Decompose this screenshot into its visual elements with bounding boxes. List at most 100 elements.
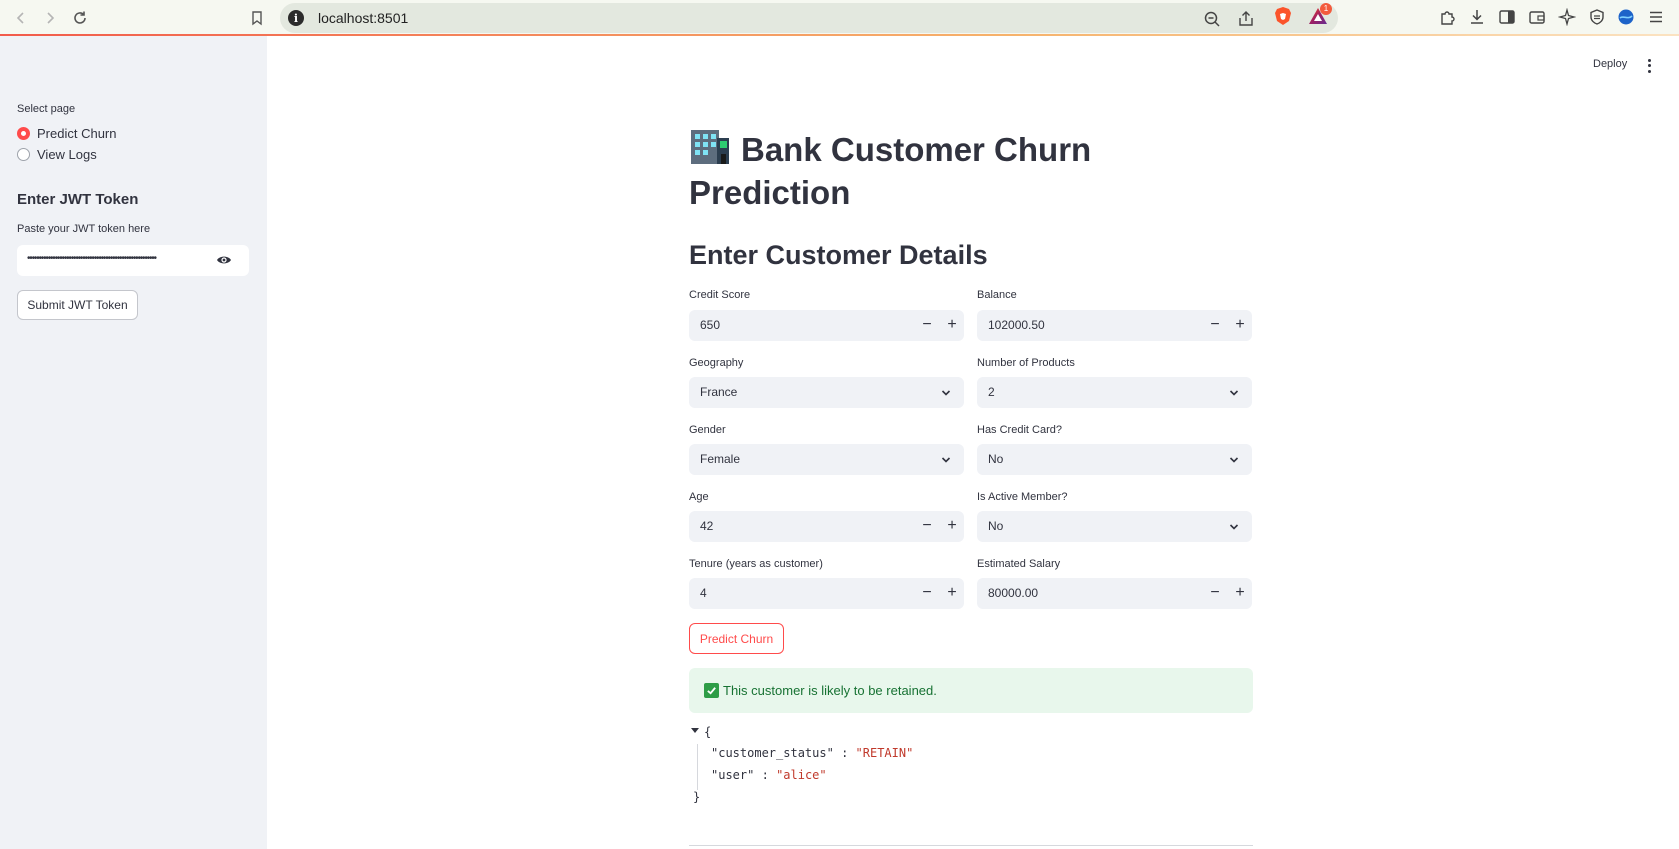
age-input[interactable]: 42 − + (689, 511, 964, 542)
tenure-value: 4 (700, 586, 707, 600)
balance-value: 102000.50 (988, 318, 1045, 332)
page-title: Bank Customer Churn Prediction (689, 128, 1149, 214)
geography-value: France (700, 385, 738, 399)
tenure-label: Tenure (years as customer) (689, 558, 823, 570)
json-indent-guide (697, 744, 698, 790)
submit-jwt-button[interactable]: Submit JWT Token (17, 290, 138, 320)
reload-icon[interactable] (68, 6, 92, 30)
radio-view-logs[interactable]: View Logs (17, 147, 97, 162)
brave-shields-icon[interactable] (1274, 6, 1292, 26)
is-active-label: Is Active Member? (977, 491, 1068, 503)
decrement-button[interactable]: − (1206, 316, 1224, 334)
geography-select[interactable]: France (689, 377, 964, 408)
chevron-down-icon (941, 390, 951, 396)
salary-input[interactable]: 80000.00 − + (977, 578, 1252, 609)
radio-predict-churn[interactable]: Predict Churn (17, 126, 116, 141)
extensions-icon[interactable] (1438, 7, 1458, 27)
tenure-input[interactable]: 4 − + (689, 578, 964, 609)
predict-churn-button[interactable]: Predict Churn (689, 623, 784, 654)
increment-button[interactable]: + (943, 584, 961, 602)
collapse-caret-icon[interactable] (691, 728, 699, 733)
salary-value: 80000.00 (988, 586, 1039, 600)
chevron-down-icon (1229, 524, 1239, 530)
gender-select[interactable]: Female (689, 444, 964, 475)
leo-ai-icon[interactable] (1557, 7, 1577, 27)
decrement-button[interactable]: − (918, 316, 936, 334)
gender-label: Gender (689, 424, 726, 436)
wallet-icon[interactable] (1527, 7, 1547, 27)
address-bar[interactable]: i localhost:8501 (280, 3, 1338, 33)
num-products-label: Number of Products (977, 357, 1075, 369)
age-label: Age (689, 491, 709, 503)
json-row: "customer_status" : "RETAIN" (711, 746, 913, 760)
browser-menu-icon[interactable] (1646, 7, 1666, 27)
chevron-down-icon (941, 457, 951, 463)
site-info-icon[interactable]: i (288, 10, 304, 26)
credit-score-label: Credit Score (689, 289, 751, 301)
chevron-down-icon (1229, 457, 1239, 463)
bookmark-icon[interactable] (245, 6, 269, 30)
back-icon[interactable] (9, 6, 33, 30)
select-page-label: Select page (17, 103, 76, 115)
json-close-brace: } (693, 790, 701, 804)
num-products-select[interactable]: 2 (977, 377, 1252, 408)
download-icon[interactable] (1467, 7, 1487, 27)
radio-label: Predict Churn (37, 126, 117, 141)
jwt-token-input[interactable]: ••••••••••••••••••••••••••••••••••••••••… (17, 245, 249, 276)
is-active-value: No (988, 519, 1004, 533)
balance-label: Balance (977, 289, 1017, 301)
gender-value: Female (700, 452, 741, 466)
divider (689, 845, 1253, 846)
radio-unchecked-icon[interactable] (17, 148, 30, 161)
is-active-select[interactable]: No (977, 511, 1252, 542)
increment-button[interactable]: + (943, 316, 961, 334)
deploy-button[interactable]: Deploy (1593, 58, 1627, 70)
json-open-brace: { (704, 725, 712, 739)
eye-icon[interactable] (216, 253, 232, 267)
decrement-button[interactable]: − (1206, 584, 1224, 602)
json-key: "user" (711, 768, 755, 782)
has-credit-card-select[interactable]: No (977, 444, 1252, 475)
check-mark-icon (704, 683, 719, 698)
salary-label: Estimated Salary (977, 558, 1061, 570)
title-text: Bank Customer Churn Prediction (689, 131, 1092, 211)
has-credit-card-label: Has Credit Card? (977, 424, 1062, 436)
credit-score-input[interactable]: 650 − + (689, 310, 964, 341)
json-key: "customer_status" (711, 746, 834, 760)
main-menu-icon[interactable] (1642, 58, 1656, 74)
share-icon[interactable] (1236, 9, 1256, 29)
json-value: "alice" (776, 768, 827, 782)
zoom-out-icon[interactable] (1202, 9, 1222, 29)
json-value: "RETAIN" (855, 746, 914, 760)
result-message: This customer is likely to be retained. (723, 683, 937, 698)
has-credit-card-value: No (988, 452, 1004, 466)
age-value: 42 (700, 519, 714, 533)
balance-input[interactable]: 102000.50 − + (977, 310, 1252, 341)
sidebar-toggle-icon[interactable] (1497, 7, 1517, 27)
success-alert: This customer is likely to be retained. (689, 668, 1253, 713)
jwt-heading: Enter JWT Token (17, 191, 139, 208)
vpn-shield-icon[interactable] (1587, 7, 1607, 27)
num-products-value: 2 (988, 385, 995, 399)
credit-score-value: 650 (700, 318, 721, 332)
jwt-input-label: Paste your JWT token here (17, 223, 151, 235)
chevron-down-icon (1229, 390, 1239, 396)
radio-label: View Logs (37, 147, 97, 162)
forward-icon[interactable] (38, 6, 62, 30)
json-row: "user" : "alice" (711, 768, 827, 782)
browser-toolbar: i localhost:8501 1 (0, 0, 1679, 36)
decrement-button[interactable]: − (918, 584, 936, 602)
url-text: localhost:8501 (318, 10, 409, 26)
json-colon: : (761, 768, 769, 782)
json-colon: : (841, 746, 849, 760)
increment-button[interactable]: + (943, 517, 961, 535)
increment-button[interactable]: + (1231, 584, 1249, 602)
geography-label: Geography (689, 357, 744, 369)
sidebar: Select page Predict Churn View Logs Ente… (0, 36, 267, 849)
decrement-button[interactable]: − (918, 517, 936, 535)
jwt-masked-value: ••••••••••••••••••••••••••••••••••••••••… (27, 253, 157, 264)
radio-checked-icon[interactable] (17, 127, 30, 140)
browser-globe-icon[interactable] (1616, 7, 1636, 27)
increment-button[interactable]: + (1231, 316, 1249, 334)
section-title: Enter Customer Details (689, 240, 988, 270)
